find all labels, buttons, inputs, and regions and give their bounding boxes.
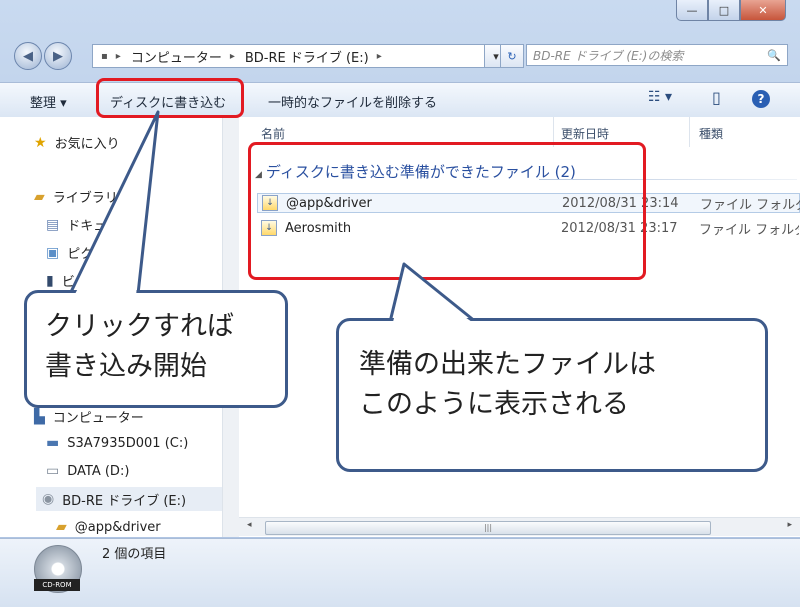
callout-ready-files: 準備の出来たファイルは このように表示される	[336, 318, 768, 472]
left-callout-tail	[68, 110, 160, 296]
callout-click-to-burn: クリックすれば 書き込み開始	[24, 290, 288, 408]
right-callout-tail	[388, 262, 478, 324]
